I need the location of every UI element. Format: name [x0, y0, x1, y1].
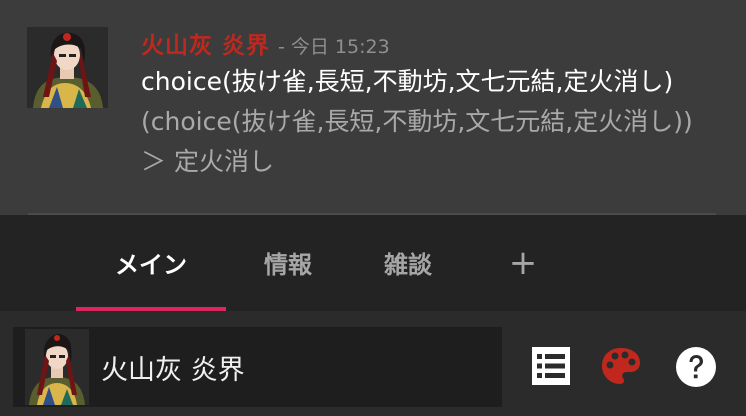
message-avatar	[27, 27, 108, 108]
character-avatar	[25, 329, 89, 405]
input-bar: 火山灰 炎界	[0, 311, 746, 416]
tab-info[interactable]: 情報	[248, 245, 328, 285]
header-separator: -	[278, 36, 285, 58]
chat-message: 火山灰 炎界 - 今日 15:23 choice(抜け雀,長短,不動坊,文七元結…	[0, 0, 746, 215]
message-result: (choice(抜け雀,長短,不動坊,文七元結,定火消し)) ＞ 定火消し	[141, 107, 693, 176]
palette-icon[interactable]	[600, 345, 642, 387]
message-body: choice(抜け雀,長短,不動坊,文七元結,定火消し) (choice(抜け雀…	[141, 62, 716, 182]
message-command: choice(抜け雀,長短,不動坊,文七元結,定火消し)	[141, 67, 674, 96]
tab-chat[interactable]: 雑談	[368, 245, 448, 285]
list-icon[interactable]	[531, 346, 571, 386]
tab-bar: メイン 情報 雑談 +	[0, 215, 746, 311]
message-timestamp: 今日 15:23	[290, 36, 390, 58]
message-author: 火山灰 炎界	[141, 33, 271, 59]
add-tab-button[interactable]: +	[503, 241, 543, 285]
message-header: 火山灰 炎界 - 今日 15:23	[141, 26, 390, 62]
help-icon[interactable]	[675, 346, 717, 388]
tab-main[interactable]: メイン	[96, 245, 206, 285]
character-name: 火山灰 炎界	[101, 355, 245, 386]
character-selector[interactable]: 火山灰 炎界	[13, 327, 502, 407]
